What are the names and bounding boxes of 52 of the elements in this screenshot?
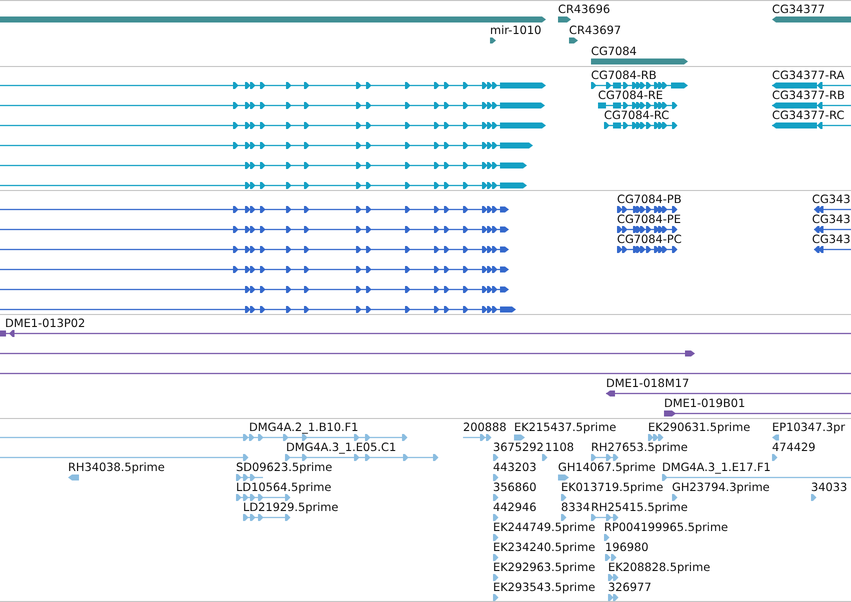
transcript-label: CG7084-RE <box>598 88 663 100</box>
clone-label: DME1-019B01 <box>664 396 746 408</box>
est-label: 326977 <box>608 580 652 592</box>
est-label: DMG4A.3_1.E05.C1 <box>286 440 396 452</box>
protein-label: CG7084-PC <box>617 232 682 244</box>
est-label: GH14067.5prime <box>558 460 656 472</box>
est-label: 196980 <box>605 540 648 552</box>
est-label: 1108 <box>545 440 574 452</box>
est-label: RP004199965.5prime <box>604 520 728 532</box>
gene-label: CG34377 <box>772 2 826 14</box>
est-label: DMG4A.3_1.E17.F1 <box>662 460 771 472</box>
transcript-label: CG34377-RC <box>772 108 844 120</box>
est-label: EK013719.5prime <box>561 480 664 492</box>
est-label: GH23794.3prime <box>672 480 770 492</box>
transcript-label: CG34377-RA <box>772 68 844 80</box>
transcript-label: CG7084-RB <box>591 68 657 80</box>
est-label: RH34038.5prime <box>68 460 165 472</box>
est-label: 474429 <box>772 440 816 452</box>
est-label: RH25415.5prime <box>591 500 688 512</box>
est-label: 8334 <box>561 500 590 512</box>
protein-label: CG7084-PB <box>617 192 682 204</box>
est-label: LD21929.5prime <box>243 500 338 512</box>
est-label: LD10564.5prime <box>236 480 332 492</box>
est-label: RH27653.5prime <box>591 440 688 452</box>
est-label: 442946 <box>493 500 536 512</box>
est-label: EK290631.5prime <box>648 420 750 432</box>
est-label: EK215437.5prime <box>514 420 616 432</box>
est-label: 3675292 <box>493 440 544 452</box>
est-label: 356860 <box>493 480 536 492</box>
est-label: 443203 <box>493 460 536 472</box>
est-label: EK208828.5prime <box>608 560 710 572</box>
gene-label: CR43697 <box>569 24 622 36</box>
est-label: 200888 <box>463 420 506 432</box>
est-label: EK234240.5prime <box>493 540 596 552</box>
est-label: 34033 <box>811 480 848 492</box>
transcript-label: CG34377-RB <box>772 88 845 100</box>
est-label: EK244749.5prime <box>493 520 596 532</box>
protein-label: CG343 <box>812 232 851 244</box>
protein-label: CG343 <box>812 212 851 224</box>
est-label: SD09623.5prime <box>236 460 332 472</box>
protein-label: CG7084-PE <box>617 212 681 224</box>
protein-label: CG343 <box>812 192 851 204</box>
gene-label: mir-1010 <box>490 24 542 36</box>
clone-label: DME1-013P02 <box>5 316 86 328</box>
est-label: EK292963.5prime <box>493 560 596 572</box>
gene-label: CG7084 <box>591 44 637 56</box>
est-label: DMG4A.2_1.B10.F1 <box>249 420 358 432</box>
clone-label: DME1-018M17 <box>606 376 690 388</box>
gene-label: CR43696 <box>558 2 610 14</box>
est-label: EK293543.5prime <box>493 580 596 592</box>
transcript-label: CG7084-RC <box>604 108 670 120</box>
est-label: EP10347.3pr <box>772 420 846 432</box>
